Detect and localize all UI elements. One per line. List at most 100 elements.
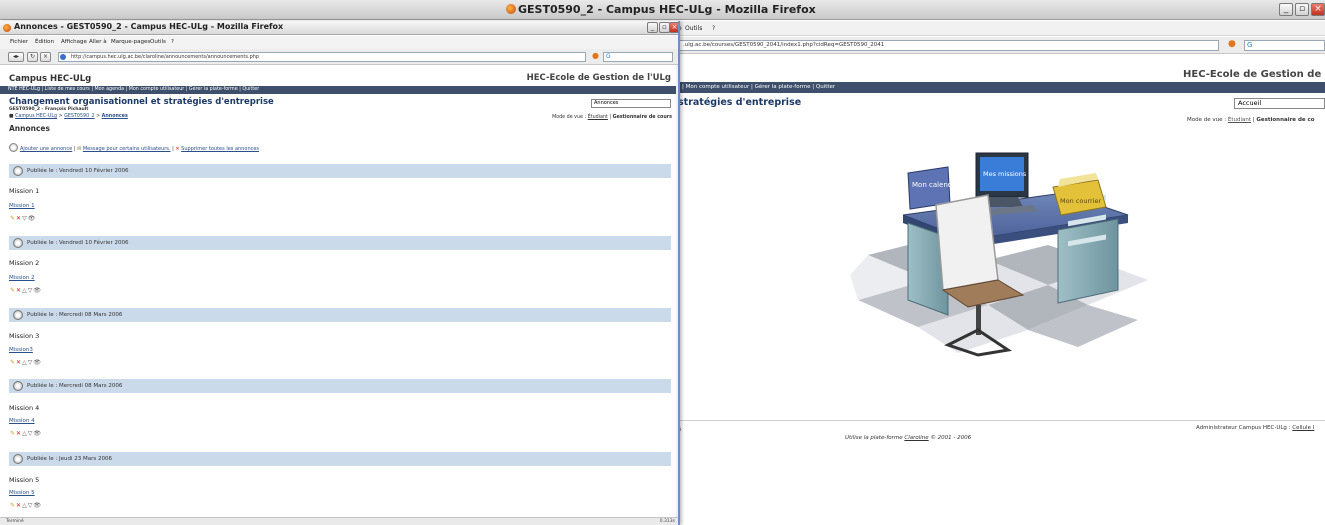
announcement-icon — [13, 166, 23, 176]
visibility-icon[interactable]: 👁 — [33, 287, 42, 294]
announcement-icon — [13, 238, 23, 248]
minimize-button[interactable]: _ — [647, 22, 658, 33]
back-footer-admin: Administrateur Campus HEC-ULg : Cellule … — [1196, 425, 1315, 431]
calendar-label: Mon calendrier — [912, 181, 964, 189]
status-text: Terminé — [6, 519, 24, 524]
vertical-scrollbar[interactable] — [676, 65, 678, 517]
back-user-nav-bar[interactable]: | Mon compte utilisateur | Gérer la plat… — [676, 82, 1325, 93]
menu-item-help[interactable]: ? — [712, 25, 715, 32]
message-users-link[interactable]: Message pour certains utilisateurs. — [83, 146, 171, 152]
site-header: Campus HEC-ULg HEC-Ecole de Gestion de l… — [0, 71, 676, 87]
firefox-icon — [3, 24, 11, 32]
back-navigation-toolbar: .ulg.ac.be/courses/GEST0590_2041/index1.… — [676, 37, 1325, 54]
announcement-tools: ✎✕△▽👁 — [10, 430, 42, 437]
firefox-icon — [506, 4, 516, 14]
announcement-title: Mission 5 — [9, 476, 40, 484]
close-button[interactable]: × — [1311, 3, 1325, 16]
announcement-icon — [13, 381, 23, 391]
menu-item-affichage[interactable]: Affichage — [61, 39, 87, 45]
announcement-title: Mission 2 — [9, 259, 40, 267]
announcement-actions: Ajouter une annonce | ✉ Message pour cer… — [9, 143, 259, 152]
site-name[interactable]: Campus HEC-ULg — [9, 74, 91, 84]
admin-contact-link[interactable]: Cellule I — [1292, 425, 1314, 431]
visibility-icon[interactable]: 👁 — [33, 359, 42, 366]
announcement-link[interactable]: Mission 1 — [9, 203, 35, 209]
announcement-link[interactable]: Mission3 — [9, 347, 33, 353]
menu-item-help[interactable]: ? — [171, 39, 174, 45]
monitor-label: Mes missions — [983, 170, 1027, 178]
announcement-link[interactable]: Mission 2 — [9, 275, 35, 281]
menu-item-fichier[interactable]: Fichier — [10, 39, 28, 45]
front-browser-window: Annonces - GEST0590_2 - Campus HEC-ULg -… — [0, 21, 680, 525]
course-title[interactable]: Changement organisationnel et stratégies… — [9, 97, 274, 107]
add-announcement-icon[interactable] — [9, 143, 18, 152]
delete-all-link[interactable]: Supprimer toutes les annonces — [181, 146, 259, 152]
site-organization[interactable]: HEC-Ecole de Gestion de l'ULg — [527, 73, 671, 83]
front-address-bar[interactable]: http://campus.hec.ulg.ac.be/claroline/an… — [58, 52, 586, 62]
add-announcement-link[interactable]: Ajouter une annonce — [20, 146, 72, 152]
menu-item-outils[interactable]: Outils — [685, 25, 702, 32]
front-menu-bar: Fichier Édition Affichage Aller à Marque… — [0, 36, 678, 49]
announcement-icon — [13, 454, 23, 464]
user-nav-bar[interactable]: NTE HEC-ULg | Liste de mes cours | Mon a… — [0, 86, 676, 94]
back-footer-divider — [676, 420, 1325, 421]
menu-item-outils[interactable]: Outils — [150, 39, 166, 45]
back-tool-select[interactable]: Accueil — [1234, 98, 1325, 109]
announcement-icon — [13, 310, 23, 320]
delete-all-icon[interactable]: ✕ — [175, 146, 179, 152]
announcement-title: Mission 3 — [9, 332, 40, 340]
visibility-icon[interactable]: 👁 — [28, 215, 37, 222]
status-bar: Terminé 0.313s — [0, 517, 678, 525]
visibility-icon[interactable]: 👁 — [33, 502, 42, 509]
menu-item-edition[interactable]: Édition — [35, 39, 54, 45]
front-search-box[interactable]: G — [603, 52, 673, 62]
announcement-tools: ✎✕△▽👁 — [10, 359, 42, 366]
course-code: GEST0590_2 - François Pichault — [9, 107, 89, 112]
announcement-header: Publiée le : Vendredi 10 Février 2006 — [9, 236, 671, 250]
breadcrumb-current[interactable]: Annonces — [102, 114, 128, 119]
go-icon[interactable]: ● — [592, 51, 599, 60]
stop-icon[interactable]: × — [40, 52, 51, 62]
announcement-title: Mission 4 — [9, 404, 40, 412]
front-window-titlebar[interactable]: Annonces - GEST0590_2 - Campus HEC-ULg -… — [0, 21, 678, 35]
site-favicon-icon — [60, 54, 66, 60]
desk-illustration: Mon calendrier Mes missions Mon courrier — [848, 115, 1158, 358]
back-address-bar[interactable]: .ulg.ac.be/courses/GEST0590_2041/index1.… — [679, 40, 1219, 51]
visibility-icon[interactable]: 👁 — [33, 430, 42, 437]
breadcrumb-course[interactable]: GEST0590_2 — [64, 114, 94, 119]
front-window-title: Annonces - GEST0590_2 - Campus HEC-ULg -… — [14, 22, 284, 31]
message-icon[interactable]: ✉ — [77, 146, 81, 152]
back-window-titlebar[interactable]: GEST0590_2 - Campus HEC-ULg - Mozilla Fi… — [0, 0, 1325, 20]
minimize-button[interactable]: _ — [1279, 3, 1293, 16]
announcement-title: Mission 1 — [9, 187, 40, 195]
announcement-tools: ✎✕△▽👁 — [10, 287, 42, 294]
menu-item-marque-pages[interactable]: Marque-pages — [111, 39, 150, 45]
announcement-tools: ✎✕▽👁 — [10, 215, 36, 222]
back-window-title: GEST0590_2 - Campus HEC-ULg - Mozilla Fi… — [518, 3, 816, 16]
announcement-header: Publiée le : Vendredi 10 Février 2006 — [9, 164, 671, 178]
close-button[interactable]: × — [669, 22, 678, 33]
course-tool-select[interactable]: Annonces — [591, 99, 671, 108]
announcement-header: Publiée le : Jeudi 23 Mars 2006 — [9, 452, 671, 466]
announcement-link[interactable]: Mission 4 — [9, 418, 35, 424]
claroline-link[interactable]: Claroline — [904, 435, 928, 441]
go-icon[interactable]: ● — [1228, 39, 1238, 51]
front-navigation-toolbar: ◂▸ ↻ × ⌂ http://campus.hec.ulg.ac.be/cla… — [0, 49, 678, 65]
breadcrumb-root[interactable]: Campus HEC-ULg — [15, 114, 57, 119]
back-course-title: stratégies d'entreprise — [678, 97, 802, 108]
back-search-box[interactable]: G — [1244, 40, 1325, 51]
back-view-mode: Mode de vue : Étudiant | Gestionnaire de… — [1187, 117, 1315, 123]
menu-item-aller[interactable]: Aller à — [89, 39, 107, 45]
maximize-button[interactable]: ▫ — [1295, 3, 1309, 16]
announcement-tools: ✎✕△▽👁 — [10, 502, 42, 509]
page-title: Annonces — [9, 124, 50, 133]
back-footer-platform: Utilise la plate-forme Claroline © 2001 … — [845, 435, 972, 441]
view-mode: Mode de vue : Étudiant | Gestionnaire de… — [552, 115, 672, 120]
back-forward-icon[interactable]: ◂▸ — [8, 52, 24, 62]
manager-mode-label: Gestionnaire de cours — [612, 115, 672, 120]
reload-icon[interactable]: ↻ — [27, 52, 38, 62]
load-time: 0.313s — [659, 519, 675, 524]
announcement-link[interactable]: Mission 5 — [9, 490, 35, 496]
student-mode-link[interactable]: Étudiant — [588, 115, 608, 120]
student-mode-link[interactable]: Étudiant — [1228, 117, 1251, 123]
